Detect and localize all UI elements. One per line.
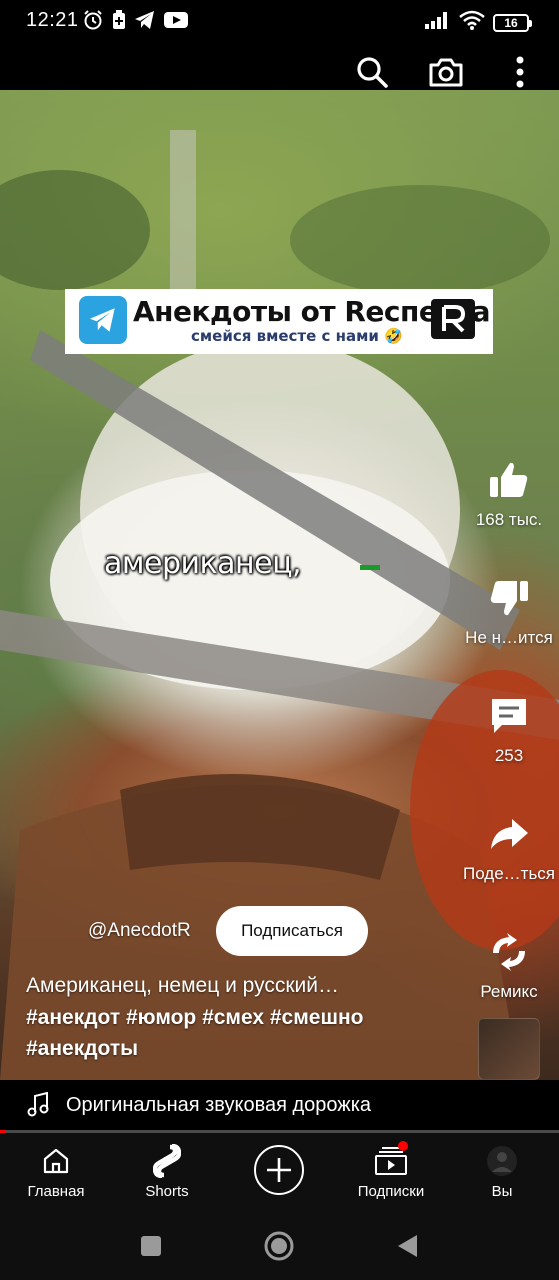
nav-home-label: Главная bbox=[27, 1183, 85, 1200]
telegram-icon bbox=[134, 10, 156, 35]
caption-marker bbox=[360, 565, 380, 570]
battery-icon: 16 bbox=[493, 13, 532, 32]
thumb-up-icon bbox=[487, 458, 531, 502]
channel-watermark: Анекдоты от Recпекта смейся вместе с нам… bbox=[65, 289, 493, 354]
respect-logo-icon bbox=[431, 299, 475, 339]
video-caption: американец, bbox=[104, 546, 302, 581]
more-options-button[interactable] bbox=[500, 52, 540, 92]
wifi-icon bbox=[459, 10, 485, 35]
dislike-label: Не н…ится bbox=[465, 628, 553, 647]
hashtags[interactable]: #анекдот #юмор #смех #смешно #анекдоты bbox=[26, 1002, 446, 1064]
comments-button[interactable]: 253 bbox=[461, 694, 557, 766]
telegram-logo-icon bbox=[79, 296, 127, 344]
back-icon bbox=[398, 1235, 417, 1257]
watermark-subtitle: смейся вместе с нами 🤣 bbox=[191, 327, 403, 345]
dislike-button[interactable]: Не н…ится bbox=[461, 576, 557, 648]
share-button[interactable]: Поде…ться bbox=[461, 812, 557, 884]
comment-icon bbox=[487, 694, 531, 738]
audio-bar[interactable]: Оригинальная звуковая дорожка bbox=[0, 1080, 559, 1130]
like-button[interactable]: 168 тыс. bbox=[461, 458, 557, 530]
nav-you[interactable]: Вы bbox=[452, 1143, 552, 1200]
remix-icon bbox=[487, 930, 531, 974]
plus-icon bbox=[267, 1158, 291, 1182]
remix-button[interactable]: Ремикс bbox=[461, 930, 557, 1002]
home-circle-icon bbox=[264, 1231, 294, 1261]
status-right-icons: 16 bbox=[425, 10, 532, 35]
video-title[interactable]: Американец, немец и русский… bbox=[26, 974, 339, 998]
subscribe-button[interactable]: Подписаться bbox=[216, 906, 368, 956]
avatar bbox=[452, 1143, 552, 1179]
subscriptions-icon bbox=[341, 1141, 441, 1179]
signal-icon bbox=[425, 11, 451, 34]
nav-subscriptions-label: Подписки bbox=[357, 1183, 425, 1200]
nav-shorts-label: Shorts bbox=[145, 1183, 189, 1200]
top-bar bbox=[0, 42, 559, 90]
alarm-icon bbox=[82, 9, 104, 36]
channel-handle[interactable]: @AnecdotR bbox=[88, 920, 191, 942]
status-left-icons bbox=[82, 9, 188, 36]
status-bar: 12:21 16 bbox=[0, 0, 559, 42]
thumb-down-icon bbox=[487, 576, 531, 620]
nav-subscriptions[interactable]: Подписки bbox=[341, 1141, 441, 1200]
comment-count: 253 bbox=[494, 746, 524, 765]
audio-label: Оригинальная звуковая дорожка bbox=[66, 1094, 371, 1116]
recents-icon bbox=[141, 1236, 161, 1256]
create-button[interactable] bbox=[254, 1145, 304, 1195]
shorts-icon bbox=[117, 1143, 217, 1179]
battery-level: 16 bbox=[504, 15, 518, 30]
youtube-icon bbox=[164, 11, 188, 34]
system-nav-bar bbox=[0, 1211, 559, 1280]
nav-home[interactable]: Главная bbox=[6, 1143, 106, 1200]
battery-saver-icon bbox=[112, 10, 126, 35]
search-button[interactable] bbox=[352, 52, 392, 92]
sound-thumbnail[interactable] bbox=[478, 1018, 540, 1080]
home-system-button[interactable] bbox=[262, 1229, 296, 1263]
home-icon bbox=[6, 1143, 106, 1179]
recents-button[interactable] bbox=[134, 1229, 168, 1263]
camera-button[interactable] bbox=[426, 52, 466, 92]
more-vert-icon bbox=[516, 56, 524, 88]
music-note-icon bbox=[26, 1091, 50, 1123]
notification-badge bbox=[398, 1141, 408, 1151]
nav-shorts[interactable]: Shorts bbox=[117, 1143, 217, 1200]
nav-you-label: Вы bbox=[491, 1183, 513, 1200]
share-icon bbox=[487, 812, 531, 856]
status-time: 12:21 bbox=[26, 9, 79, 31]
bottom-nav: Главная Shorts Подписки Вы bbox=[0, 1133, 559, 1211]
search-icon bbox=[357, 57, 388, 88]
share-label: Поде…ться bbox=[462, 864, 556, 883]
like-count: 168 тыс. bbox=[475, 510, 543, 529]
back-button[interactable] bbox=[390, 1229, 424, 1263]
camera-icon bbox=[429, 58, 463, 87]
remix-label: Ремикс bbox=[480, 982, 538, 1001]
